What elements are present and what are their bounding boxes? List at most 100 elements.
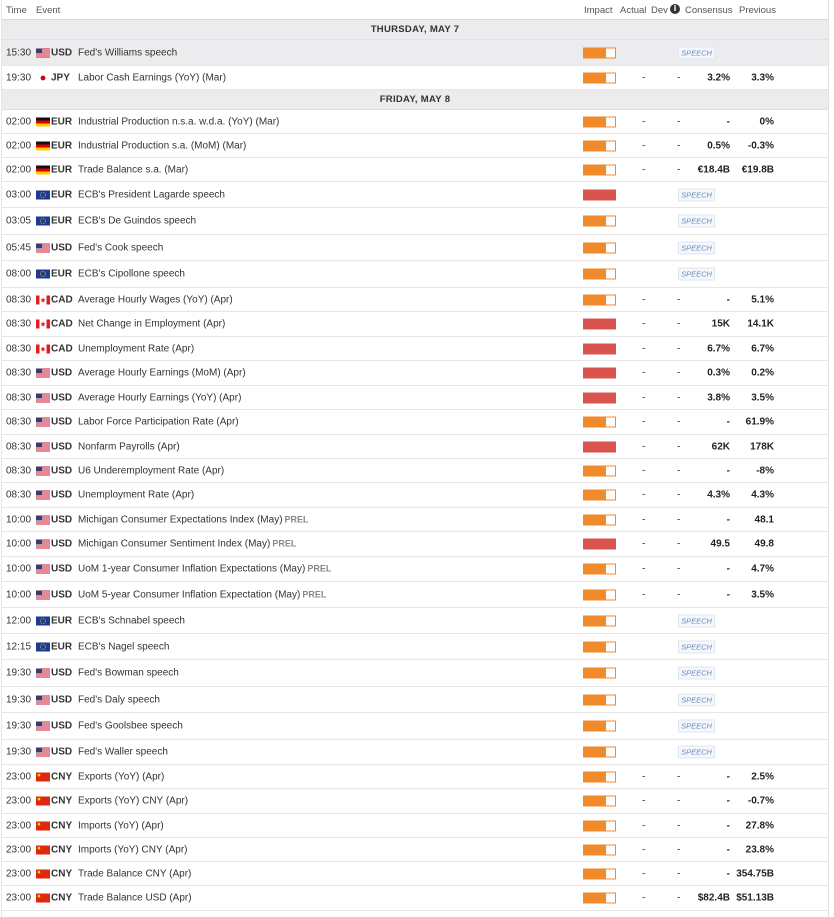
header-dev[interactable]: Dev — [651, 5, 668, 16]
table-row[interactable]: 08:30 USD Unemployment Rate (Apr) - - 4.3% 4.3… — [2, 483, 828, 508]
table-row[interactable]: 08:00 EUR ECB's Cipollone speech SPEECH — [2, 261, 828, 288]
event-name[interactable]: ECB's De Guindos speech — [78, 216, 196, 227]
event-name[interactable]: Fed's Daly speech — [78, 694, 160, 705]
header-time[interactable]: Time — [6, 5, 27, 16]
deviation-value: - — [677, 318, 681, 330]
event-name[interactable]: ECB's Schnabel speech — [78, 615, 185, 626]
event-time: 08:30 — [6, 441, 32, 452]
impact-fill — [584, 668, 606, 678]
event-name[interactable]: ECB's Nagel speech — [78, 641, 169, 652]
impact-fill — [584, 216, 606, 226]
table-row[interactable]: 19:30 JPY Labor Cash Earnings (YoY) (Mar) -… — [2, 66, 828, 90]
table-row[interactable]: 02:00 EUR Industrial Production n.s.a. w.d… — [2, 110, 828, 134]
currency-code: CNY — [51, 820, 73, 831]
table-row[interactable]: 08:30 CAD Average Hourly Wages (YoY) (Apr)… — [2, 288, 828, 312]
event-name[interactable]: Net Change in Employment (Apr) — [78, 319, 225, 330]
table-row[interactable]: 08:30 USD U6 Underemployment Rate (Apr) - - -… — [2, 459, 828, 483]
table-row[interactable]: 12:15 EUR ECB's Nagel speech SPEECH — [2, 634, 828, 660]
table-row[interactable]: 05:45 USD Fed's Cook speech SPEECH — [2, 235, 828, 261]
event-name[interactable]: Average Hourly Earnings (YoY) (Apr) — [78, 392, 241, 403]
table-row[interactable]: 08:30 USD Average Hourly Earnings (YoY) (A… — [2, 386, 828, 410]
event-name[interactable]: Imports (YoY) CNY (Apr) — [78, 844, 187, 855]
currency-code: JPY — [51, 72, 70, 83]
table-row[interactable]: 03:05 EUR ECB's De Guindos speech SPEECH — [2, 208, 828, 235]
event-name[interactable]: Trade Balance USD (Apr) — [78, 893, 192, 904]
event-name[interactable]: ECB's President Lagarde speech — [78, 189, 225, 200]
event-name[interactable]: UoM 1-year Consumer Inflation Expectatio… — [78, 564, 331, 575]
table-header: Time Event Impact Actual Dev i Consensus… — [2, 0, 828, 20]
table-row[interactable]: 08:30 CAD Net Change in Employment (Apr) - -… — [2, 312, 828, 337]
event-time: 03:00 — [6, 189, 32, 200]
table-row[interactable]: 08:30 CAD Unemployment Rate (Apr) - - 6.7% 6.7… — [2, 337, 828, 361]
consensus-value: - — [726, 116, 730, 127]
actual-value: - — [642, 318, 646, 330]
event-name-text: Average Hourly Earnings (MoM) (Apr) — [78, 367, 246, 379]
header-previous[interactable]: Previous — [739, 5, 776, 16]
event-name[interactable]: U6 Underemployment Rate (Apr) — [78, 465, 224, 476]
table-row[interactable]: 19:30 USD Fed's Daly speech SPEECH — [2, 687, 828, 713]
event-name[interactable]: Unemployment Rate (Apr) — [78, 343, 194, 354]
actual-value: - — [642, 72, 646, 83]
header-actual[interactable]: Actual — [620, 5, 646, 16]
table-row[interactable]: 23:00 CNY Trade Balance CNY (Apr) - - -354.75… — [2, 862, 828, 886]
event-name[interactable]: ECB's Cipollone speech — [78, 269, 185, 280]
event-name[interactable]: Industrial Production n.s.a. w.d.a. (YoY… — [78, 116, 279, 127]
event-name[interactable]: Michigan Consumer Expectations Index (Ma… — [78, 514, 309, 525]
table-row[interactable]: 08:30 USD Nonfarm Payrolls (Apr) - - 62K 178K — [2, 435, 828, 459]
event-name[interactable]: UoM 5-year Consumer Inflation Expectatio… — [78, 589, 326, 600]
currency-code: USD — [51, 694, 73, 705]
header-impact[interactable]: Impact — [584, 5, 613, 16]
table-row[interactable]: 10:00 USD UoM 5-year Consumer Inflation Ex… — [2, 582, 828, 608]
table-row[interactable]: 10:00 USD Michigan Consumer Sentiment Inde… — [2, 532, 828, 557]
table-row[interactable]: 12:00 EUR ECB's Schnabel speech SPEECH — [2, 608, 828, 634]
info-icon[interactable]: i — [670, 4, 680, 14]
table-row[interactable]: 23:00 CNY Trade Balance USD (Apr) - - $82.4B $… — [2, 886, 828, 911]
event-name[interactable]: Michigan Consumer Sentiment Index (May) P… — [78, 539, 296, 550]
flag-us-icon — [36, 490, 50, 500]
event-name[interactable]: Unemployment Rate (Apr) — [78, 490, 194, 501]
event-name[interactable]: Trade Balance s.a. (Mar) — [78, 164, 188, 175]
table-row[interactable]: 10:00 USD Michigan Consumer Expectations I… — [2, 508, 828, 532]
flag-ca-icon — [36, 344, 50, 353]
impact-empty — [606, 243, 615, 252]
actual-value: - — [642, 892, 646, 904]
event-name[interactable]: Nonfarm Payrolls (Apr) — [78, 441, 180, 452]
table-row[interactable]: 19:30 USD Fed's Waller speech SPEECH — [2, 740, 828, 765]
table-row[interactable]: 15:30 USD Fed's Williams speech SPEECH — [2, 40, 828, 66]
table-row[interactable]: 02:00 EUR Trade Balance s.a. (Mar) - - €18.4B… — [2, 158, 828, 182]
event-name[interactable]: Industrial Production s.a. (MoM) (Mar) — [78, 140, 246, 151]
event-name[interactable]: Exports (YoY) (Apr) — [78, 771, 164, 782]
actual-value: - — [642, 589, 646, 600]
event-name[interactable]: Fed's Goolsbee speech — [78, 721, 183, 732]
deviation-value: - — [677, 116, 681, 127]
table-row[interactable]: 19:30 USD Fed's Bowman speech SPEECH — [2, 660, 828, 687]
event-name[interactable]: Imports (YoY) (Apr) — [78, 820, 164, 831]
table-row[interactable]: 02:00 EUR Industrial Production s.a. (MoM)… — [2, 134, 828, 158]
event-name[interactable]: Labor Cash Earnings (YoY) (Mar) — [78, 72, 226, 83]
table-row[interactable]: 23:00 CNY Imports (YoY) CNY (Apr) - - - 23.8% — [2, 838, 828, 862]
currency-code: USD — [51, 589, 73, 600]
header-consensus[interactable]: Consensus — [685, 5, 733, 16]
table-row[interactable]: 03:00 EUR ECB's President Lagarde speech SP… — [2, 182, 828, 208]
event-name[interactable]: Average Hourly Earnings (MoM) (Apr) — [78, 368, 246, 379]
previous-value: 4.3% — [751, 489, 774, 501]
deviation-value: - — [677, 820, 681, 831]
event-name[interactable]: Fed's Cook speech — [78, 242, 163, 253]
event-name[interactable]: Fed's Bowman speech — [78, 668, 179, 679]
event-name[interactable]: Average Hourly Wages (YoY) (Apr) — [78, 294, 233, 305]
event-name[interactable]: Trade Balance CNY (Apr) — [78, 868, 191, 879]
header-event[interactable]: Event — [36, 5, 60, 16]
table-row[interactable]: 23:00 CNY Imports (YoY) (Apr) - - - 27.8% — [2, 814, 828, 838]
table-row[interactable]: 10:00 USD UoM 1-year Consumer Inflation Ex… — [2, 557, 828, 582]
table-row[interactable]: 08:30 USD Labor Force Participation Rate (… — [2, 410, 828, 435]
table-row[interactable]: 19:30 USD Fed's Goolsbee speech SPEECH — [2, 713, 828, 740]
table-row[interactable]: 23:00 CNY Exports (YoY) (Apr) - - - 2.5% — [2, 765, 828, 789]
event-name[interactable]: Exports (YoY) CNY (Apr) — [78, 796, 188, 807]
deviation-value: - — [677, 392, 681, 403]
event-name[interactable]: Fed's Williams speech — [78, 47, 177, 58]
table-row[interactable]: 23:00 CNY Exports (YoY) CNY (Apr) - - - -0.7% — [2, 789, 828, 814]
table-row[interactable]: 08:30 USD Average Hourly Earnings (MoM) (A… — [2, 361, 828, 386]
event-name[interactable]: Fed's Waller speech — [78, 747, 168, 758]
deviation-value: - — [677, 892, 681, 904]
event-name[interactable]: Labor Force Participation Rate (Apr) — [78, 417, 239, 428]
